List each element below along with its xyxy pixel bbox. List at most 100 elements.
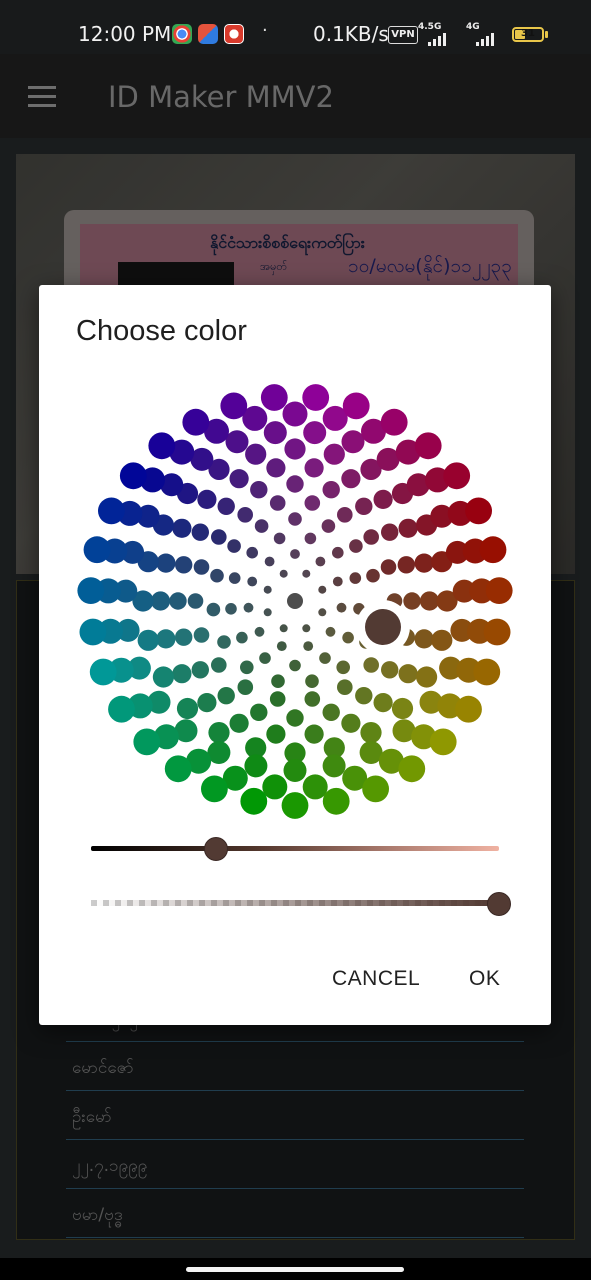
color-swatch[interactable]	[397, 556, 415, 574]
color-swatch[interactable]	[366, 568, 380, 583]
color-swatch[interactable]	[271, 674, 285, 688]
color-swatch[interactable]	[332, 546, 344, 559]
color-swatch[interactable]	[133, 728, 161, 756]
color-swatch[interactable]	[380, 559, 397, 575]
color-swatch[interactable]	[322, 703, 340, 721]
color-swatch[interactable]	[148, 432, 176, 460]
color-swatch[interactable]	[220, 392, 248, 420]
color-swatch[interactable]	[250, 481, 268, 499]
color-swatch[interactable]	[304, 495, 321, 511]
color-swatch[interactable]	[465, 497, 492, 525]
color-swatch[interactable]	[283, 759, 307, 782]
color-swatch[interactable]	[305, 674, 319, 688]
color-swatch[interactable]	[281, 792, 309, 819]
color-swatch[interactable]	[175, 556, 193, 574]
color-swatch[interactable]	[282, 401, 308, 427]
ok-button[interactable]: OK	[465, 961, 504, 997]
color-swatch[interactable]	[429, 728, 457, 756]
color-swatch[interactable]	[332, 576, 343, 587]
color-swatch[interactable]	[237, 679, 254, 695]
color-swatch[interactable]	[355, 687, 373, 705]
color-swatch[interactable]	[380, 408, 408, 436]
color-swatch[interactable]	[419, 591, 440, 611]
color-swatch[interactable]	[273, 532, 286, 545]
alpha-slider[interactable]	[91, 900, 499, 906]
color-swatch[interactable]	[244, 754, 268, 778]
color-swatch[interactable]	[416, 666, 438, 688]
color-swatch[interactable]	[259, 652, 271, 664]
color-swatch[interactable]	[342, 631, 354, 644]
color-swatch[interactable]	[355, 497, 373, 515]
color-swatch[interactable]	[217, 635, 231, 649]
color-swatch[interactable]	[341, 430, 365, 454]
color-swatch[interactable]	[304, 724, 324, 744]
color-swatch[interactable]	[485, 577, 513, 604]
color-swatch[interactable]	[321, 519, 336, 533]
color-swatch[interactable]	[254, 519, 269, 533]
color-swatch[interactable]	[373, 693, 393, 713]
color-swatch[interactable]	[276, 641, 287, 651]
color-swatch[interactable]	[266, 724, 286, 744]
color-swatch[interactable]	[263, 585, 272, 594]
color-swatch[interactable]	[363, 657, 380, 673]
color-swatch[interactable]	[176, 697, 199, 720]
color-swatch[interactable]	[89, 658, 117, 686]
color-swatch[interactable]	[315, 556, 326, 567]
color-swatch[interactable]	[254, 626, 265, 637]
color-swatch[interactable]	[323, 443, 345, 465]
color-swatch[interactable]	[342, 392, 370, 420]
color-swatch[interactable]	[225, 430, 249, 454]
color-swatch[interactable]	[318, 608, 327, 617]
color-swatch[interactable]	[240, 660, 254, 675]
color-swatch[interactable]	[263, 421, 287, 445]
color-swatch[interactable]	[247, 576, 258, 587]
color-swatch[interactable]	[284, 438, 306, 460]
color-swatch[interactable]	[473, 658, 501, 686]
color-swatch[interactable]	[137, 629, 159, 651]
color-swatch[interactable]	[286, 475, 304, 493]
color-swatch[interactable]	[236, 631, 248, 644]
cancel-button[interactable]: CANCEL	[328, 961, 424, 997]
color-swatch[interactable]	[302, 624, 311, 633]
color-swatch[interactable]	[175, 628, 193, 646]
color-swatch[interactable]	[217, 687, 235, 705]
color-swatch[interactable]	[269, 691, 286, 707]
color-swatch[interactable]	[398, 664, 418, 684]
color-swatch[interactable]	[211, 657, 227, 673]
color-swatch[interactable]	[246, 546, 258, 559]
color-swatch[interactable]	[381, 661, 399, 679]
color-swatch[interactable]	[398, 518, 418, 538]
color-swatch[interactable]	[414, 432, 442, 460]
color-swatch[interactable]	[263, 608, 272, 617]
color-swatch[interactable]	[341, 469, 361, 489]
lightness-slider-thumb[interactable]	[204, 837, 228, 861]
color-swatch[interactable]	[237, 507, 253, 523]
alpha-slider-thumb[interactable]	[487, 892, 511, 916]
color-swatch[interactable]	[83, 536, 111, 564]
color-swatch[interactable]	[322, 787, 350, 815]
color-swatch[interactable]	[286, 709, 304, 727]
color-swatch[interactable]	[240, 787, 268, 815]
color-swatch[interactable]	[289, 659, 301, 672]
color-swatch[interactable]	[287, 593, 303, 609]
color-swatch[interactable]	[336, 660, 351, 675]
color-wheel[interactable]	[39, 381, 551, 831]
color-swatch[interactable]	[318, 585, 327, 594]
color-swatch[interactable]	[150, 591, 171, 611]
color-swatch[interactable]	[303, 421, 327, 445]
color-swatch[interactable]	[193, 559, 210, 575]
color-swatch[interactable]	[304, 532, 317, 545]
color-swatch[interactable]	[398, 755, 426, 783]
color-swatch[interactable]	[156, 553, 176, 573]
color-swatch[interactable]	[208, 722, 230, 744]
color-swatch[interactable]	[191, 661, 209, 679]
color-swatch[interactable]	[303, 641, 314, 651]
color-swatch[interactable]	[479, 536, 507, 564]
color-swatch[interactable]	[108, 695, 135, 723]
color-swatch[interactable]	[304, 458, 324, 478]
color-swatch[interactable]	[381, 523, 399, 541]
color-swatch[interactable]	[362, 775, 389, 803]
color-swatch[interactable]	[260, 384, 288, 411]
color-swatch[interactable]	[443, 462, 471, 490]
color-swatch[interactable]	[206, 602, 221, 617]
